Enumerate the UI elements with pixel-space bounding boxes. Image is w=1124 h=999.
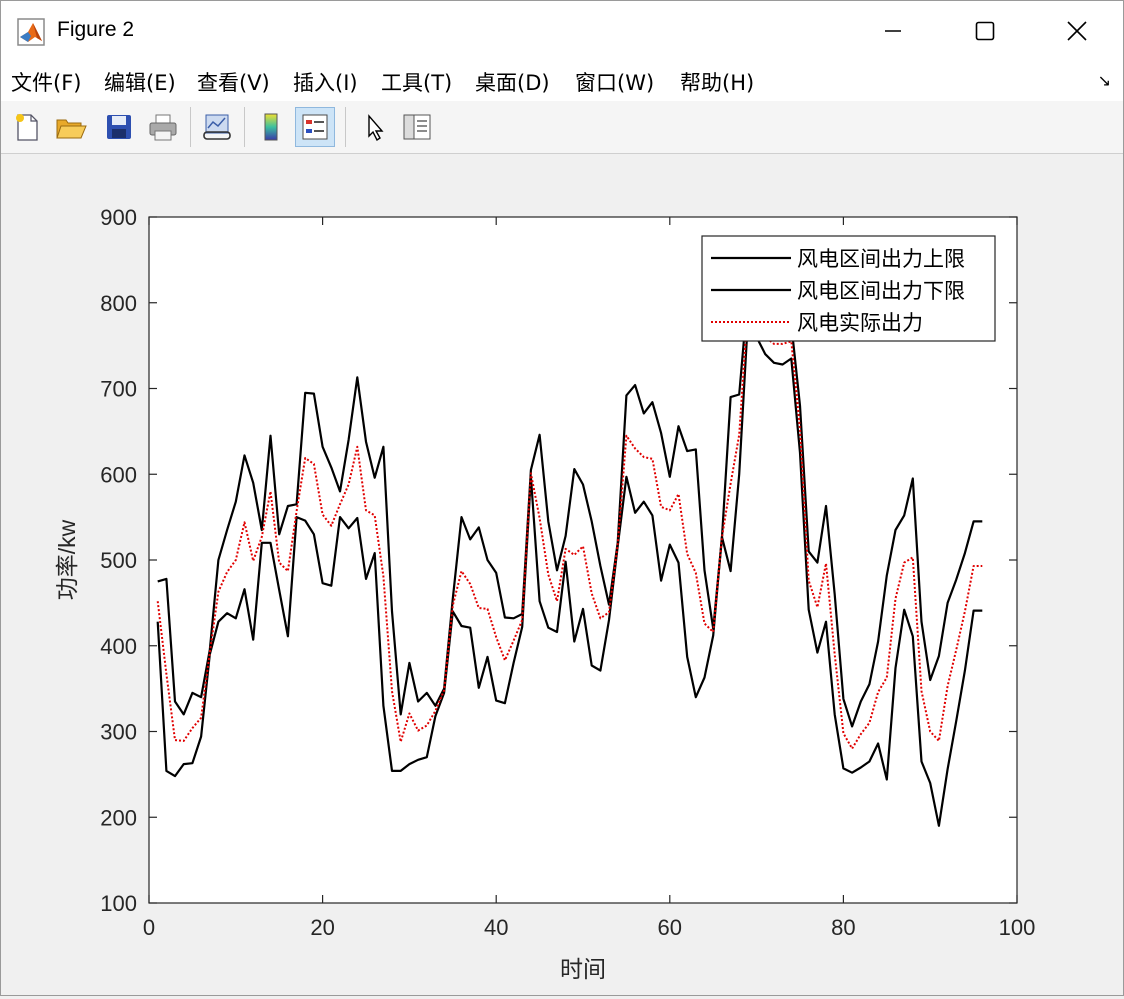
maximize-icon [975,21,995,41]
y-tick-label: 300 [100,720,137,745]
menu-help[interactable]: 帮助(H) [680,67,754,97]
menu-insert[interactable]: 插入(I) [293,67,358,97]
menu-file[interactable]: 文件(F) [11,67,81,97]
y-axis-label: 功率/kw [54,519,80,600]
toolbar-separator [244,107,245,147]
figure-window: Figure 2 文件(F) 编辑(E) 查看(V) 插入(I) 工具(T) 桌… [0,0,1124,996]
menu-desktop[interactable]: 桌面(D) [475,67,550,97]
minimize-button[interactable] [847,1,939,61]
maximize-button[interactable] [939,1,1031,61]
legend-label-upper: 风电区间出力上限 [797,248,965,271]
x-tick-label: 40 [484,915,508,940]
menu-window[interactable]: 窗口(W) [575,67,654,97]
close-icon [1067,21,1087,41]
insert-colorbar-icon [264,113,278,141]
minimize-icon [885,30,901,32]
toolbar [1,101,1123,154]
new-figure-icon [16,114,38,141]
save-button[interactable] [99,107,139,147]
new-figure-button[interactable] [7,107,47,147]
y-tick-label: 500 [100,548,137,573]
title-bar[interactable]: Figure 2 [1,1,1123,61]
link-plot-button[interactable] [197,107,237,147]
y-tick-label: 800 [100,291,137,316]
toolbar-separator [190,107,191,147]
y-tick-label: 200 [100,805,137,830]
line-chart: 0 20 40 60 80 100100200300400500600700800900 … [54,205,1036,982]
dock-arrow-icon[interactable]: ↘ [1098,71,1111,90]
menu-bar: 文件(F) 编辑(E) 查看(V) 插入(I) 工具(T) 桌面(D) 窗口(W… [1,61,1123,101]
x-tick-label: 0 [143,915,155,940]
x-tick-label: 80 [831,915,855,940]
menu-edit[interactable]: 编辑(E) [104,67,176,97]
figure-canvas: 0 20 40 60 80 100 100 200 300 400 500 600 700 800 900 … [1,154,1123,995]
legend-label-lower: 风电区间出力下限 [797,280,965,303]
menu-tools[interactable]: 工具(T) [381,67,452,97]
menu-view[interactable]: 查看(V) [197,67,270,97]
legend-label-actual: 风电实际出力 [797,312,923,335]
y-tick-label: 600 [100,462,137,487]
edit-plot-button[interactable] [353,107,393,147]
y-tick-label: 700 [100,377,137,402]
toolbar-separator [345,107,346,147]
print-icon [149,114,177,141]
y-tick-label: 400 [100,634,137,659]
insert-legend-icon [302,114,328,140]
property-inspector-icon [403,114,431,140]
save-icon [107,115,131,139]
open-file-icon [56,119,87,139]
insert-legend-button[interactable] [295,107,335,147]
window-title: Figure 2 [57,18,135,41]
legend[interactable]: 风电区间出力上限 风电区间出力下限 风电实际出力 [701,235,996,342]
link-plot-icon [203,114,231,140]
matlab-logo-icon [17,18,45,46]
x-tick-label: 60 [658,915,682,940]
edit-plot-icon [368,114,384,142]
x-tick-label: 20 [310,915,334,940]
x-tick-label: 100 [999,915,1036,940]
y-tick-label: 100 [100,891,137,916]
property-inspector-button[interactable] [397,107,437,147]
y-tick-label: 900 [100,205,137,230]
x-axis-label: 时间 [560,956,606,982]
print-button[interactable] [143,107,183,147]
close-button[interactable] [1031,1,1123,61]
open-file-button[interactable] [51,107,91,147]
insert-colorbar-button[interactable] [251,107,291,147]
